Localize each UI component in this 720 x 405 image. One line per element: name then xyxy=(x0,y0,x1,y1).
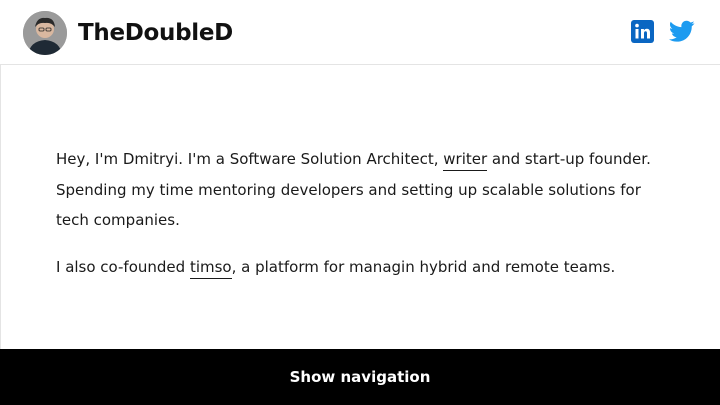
left-divider xyxy=(0,65,1,349)
timso-link[interactable]: timso xyxy=(189,257,232,279)
intro-content: Hey, I'm Dmitryi. I'm a Software Solutio… xyxy=(56,144,676,282)
intro-p1-text-start: Hey, I'm Dmitryi. I'm a Software Solutio… xyxy=(56,150,444,168)
show-navigation-label: Show navigation xyxy=(289,368,431,386)
site-header: TheDoubleD xyxy=(0,0,720,65)
intro-paragraph-2: I also co-founded timso, a platform for … xyxy=(56,252,676,283)
page: TheDoubleD Hey, I'm Dmitryi. I'm a Softw… xyxy=(0,0,720,405)
intro-paragraph-1: Hey, I'm Dmitryi. I'm a Software Solutio… xyxy=(56,144,676,236)
linkedin-icon[interactable] xyxy=(631,20,654,43)
twitter-icon[interactable] xyxy=(668,20,695,43)
show-navigation-button[interactable]: Show navigation xyxy=(0,349,720,405)
site-title[interactable]: TheDoubleD xyxy=(78,17,233,49)
intro-p2-text-end: , a platform for managin hybrid and remo… xyxy=(231,257,616,276)
writer-link[interactable]: writer xyxy=(443,150,488,171)
avatar-photo xyxy=(23,11,67,55)
intro-p2-text-start: I also co-founded xyxy=(56,257,190,276)
avatar[interactable] xyxy=(23,11,67,55)
